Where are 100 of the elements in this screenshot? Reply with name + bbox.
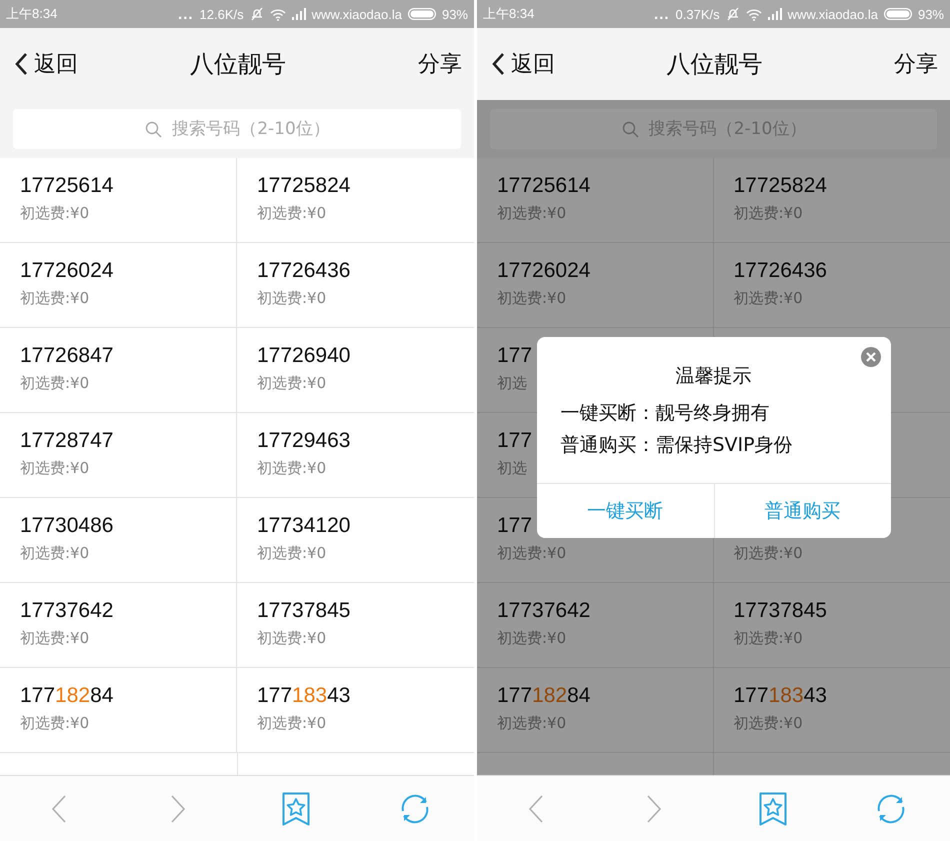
number-card[interactable]: 17728747 初选费:¥0: [0, 413, 237, 498]
selection-fee: 初选费:¥0: [20, 374, 90, 393]
number-card[interactable]: 17726847 初选费:¥0: [0, 328, 237, 413]
bookmark-star-icon: [758, 792, 787, 826]
number-card[interactable]: 17730486 初选费:¥0: [0, 498, 237, 583]
selection-fee: 初选费:¥0: [20, 629, 90, 648]
refresh-button[interactable]: [398, 792, 431, 824]
number-card[interactable]: 17729463 初选费:¥0: [237, 413, 474, 498]
selection-fee: 初选费:¥0: [20, 544, 90, 563]
status-time: 上午8:34: [6, 5, 58, 23]
selection-fee: 初选费:¥0: [20, 714, 90, 733]
mute-bell-icon: [250, 7, 264, 21]
selection-fee: 初选费:¥0: [734, 714, 803, 733]
phone-number: 177: [497, 344, 532, 368]
number-card[interactable]: 17718284 初选费:¥0: [0, 668, 237, 753]
phone-number: 17725614: [497, 174, 590, 198]
phone-number: 17737845: [734, 599, 827, 623]
phone-number: 17737642: [497, 599, 590, 623]
phone-number: 177: [497, 429, 532, 453]
forward-icon: [646, 794, 662, 824]
phone-number: 17718343: [734, 684, 827, 708]
wifi-icon: [270, 8, 286, 20]
phone-number: 17718343: [257, 684, 350, 708]
phone-number: 17734120: [257, 514, 350, 538]
back-button[interactable]: 返回: [14, 49, 78, 79]
dialog-text: 一键买断：靓号终身拥有: [560, 401, 770, 426]
phone-number: 17725824: [734, 174, 827, 198]
selection-fee: 初选费:¥0: [20, 459, 90, 478]
refresh-icon: [398, 792, 431, 824]
share-button[interactable]: 分享: [418, 49, 462, 79]
bookmark-button[interactable]: [282, 792, 310, 826]
number-card[interactable]: 17718343 初选费:¥0: [237, 668, 474, 753]
phone-number: 17726847: [20, 344, 114, 368]
selection-fee: 初选费:¥0: [257, 544, 326, 563]
selection-fee: 初选费:¥0: [734, 544, 803, 563]
back-icon: [51, 794, 68, 824]
phone-number: 17737642: [20, 599, 114, 623]
close-button[interactable]: [860, 347, 880, 367]
selection-fee: 初选费:¥0: [257, 714, 326, 733]
site-address: www.xiaodao.la: [788, 6, 878, 22]
phone-number: 17725824: [257, 174, 350, 198]
selection-fee: 初选费:¥0: [257, 459, 326, 478]
selection-fee: 初选费:¥0: [20, 204, 90, 223]
battery-icon: [884, 8, 912, 20]
number-card[interactable]: 17726436 初选费:¥0: [237, 243, 474, 328]
selection-fee: 初选费:¥0: [257, 374, 326, 393]
selection-fee: 初选费:¥0: [734, 204, 803, 223]
status-dots: ...: [654, 6, 670, 22]
search-field[interactable]: 搜索号码（2-10位）: [13, 109, 461, 149]
phone-number: 17726940: [257, 344, 350, 368]
selection-fee: 初选: [497, 459, 527, 478]
wifi-icon: [746, 8, 762, 20]
mute-bell-icon: [726, 7, 740, 21]
page-title: 八位靓号: [190, 49, 286, 80]
selection-fee: 初选费:¥0: [497, 204, 566, 223]
phone-number: 17718284: [497, 684, 590, 708]
refresh-icon: [874, 792, 907, 824]
page-title: 八位靓号: [666, 49, 762, 80]
number-card[interactable]: 17726940 初选费:¥0: [237, 328, 474, 413]
battery-icon: [408, 8, 436, 20]
selection-fee: 初选费:¥0: [497, 714, 566, 733]
status-dots: ...: [178, 6, 194, 22]
phone-number: 17726024: [497, 259, 590, 283]
selection-fee: 初选费:¥0: [497, 629, 566, 648]
dialog-title: 温馨提示: [674, 364, 752, 389]
dialog-text: 普通购买：需保持SVIP身份: [560, 433, 794, 458]
search-icon: [622, 121, 638, 138]
network-speed: 0.37K/s: [676, 6, 720, 22]
bookmark-button[interactable]: [758, 792, 787, 826]
number-card[interactable]: 17725824 初选费:¥0: [237, 158, 474, 243]
selection-fee: 初选费:¥0: [257, 629, 326, 648]
share-button[interactable]: 分享: [894, 49, 938, 79]
number-card[interactable]: 17734120 初选费:¥0: [237, 498, 474, 583]
signal-icon: [768, 8, 782, 20]
back-chevron-icon: [491, 52, 505, 76]
back-icon: [528, 794, 544, 824]
phone-number: 17728747: [20, 429, 114, 453]
selection-fee: 初选费:¥0: [257, 289, 326, 308]
phone-number: 17726436: [734, 259, 827, 283]
phone-number: 17718284: [20, 684, 114, 708]
phone-number: 17737845: [257, 599, 350, 623]
close-icon: [860, 347, 880, 367]
site-address: www.xiaodao.la: [312, 6, 402, 22]
phone-number: 17730486: [20, 514, 114, 538]
back-button[interactable]: 返回: [491, 49, 555, 79]
number-card[interactable]: 17725614 初选费:¥0: [0, 158, 237, 243]
selection-fee: 初选费:¥0: [497, 544, 566, 563]
search-icon: [145, 121, 162, 138]
forward-icon: [170, 794, 186, 824]
selection-fee: 初选费:¥0: [734, 289, 803, 308]
number-card[interactable]: 17726024 初选费:¥0: [0, 243, 237, 328]
refresh-button[interactable]: [874, 792, 907, 824]
number-card[interactable]: 17737845 初选费:¥0: [237, 583, 474, 668]
number-card[interactable]: 17737642 初选费:¥0: [0, 583, 237, 668]
selection-fee: 初选费:¥0: [257, 204, 326, 223]
back-chevron-icon: [14, 52, 28, 76]
phone-number: 177: [497, 514, 532, 538]
phone-number: 17726024: [20, 259, 114, 283]
selection-fee: 初选费:¥0: [734, 629, 803, 648]
selection-fee: 初选: [497, 374, 527, 393]
